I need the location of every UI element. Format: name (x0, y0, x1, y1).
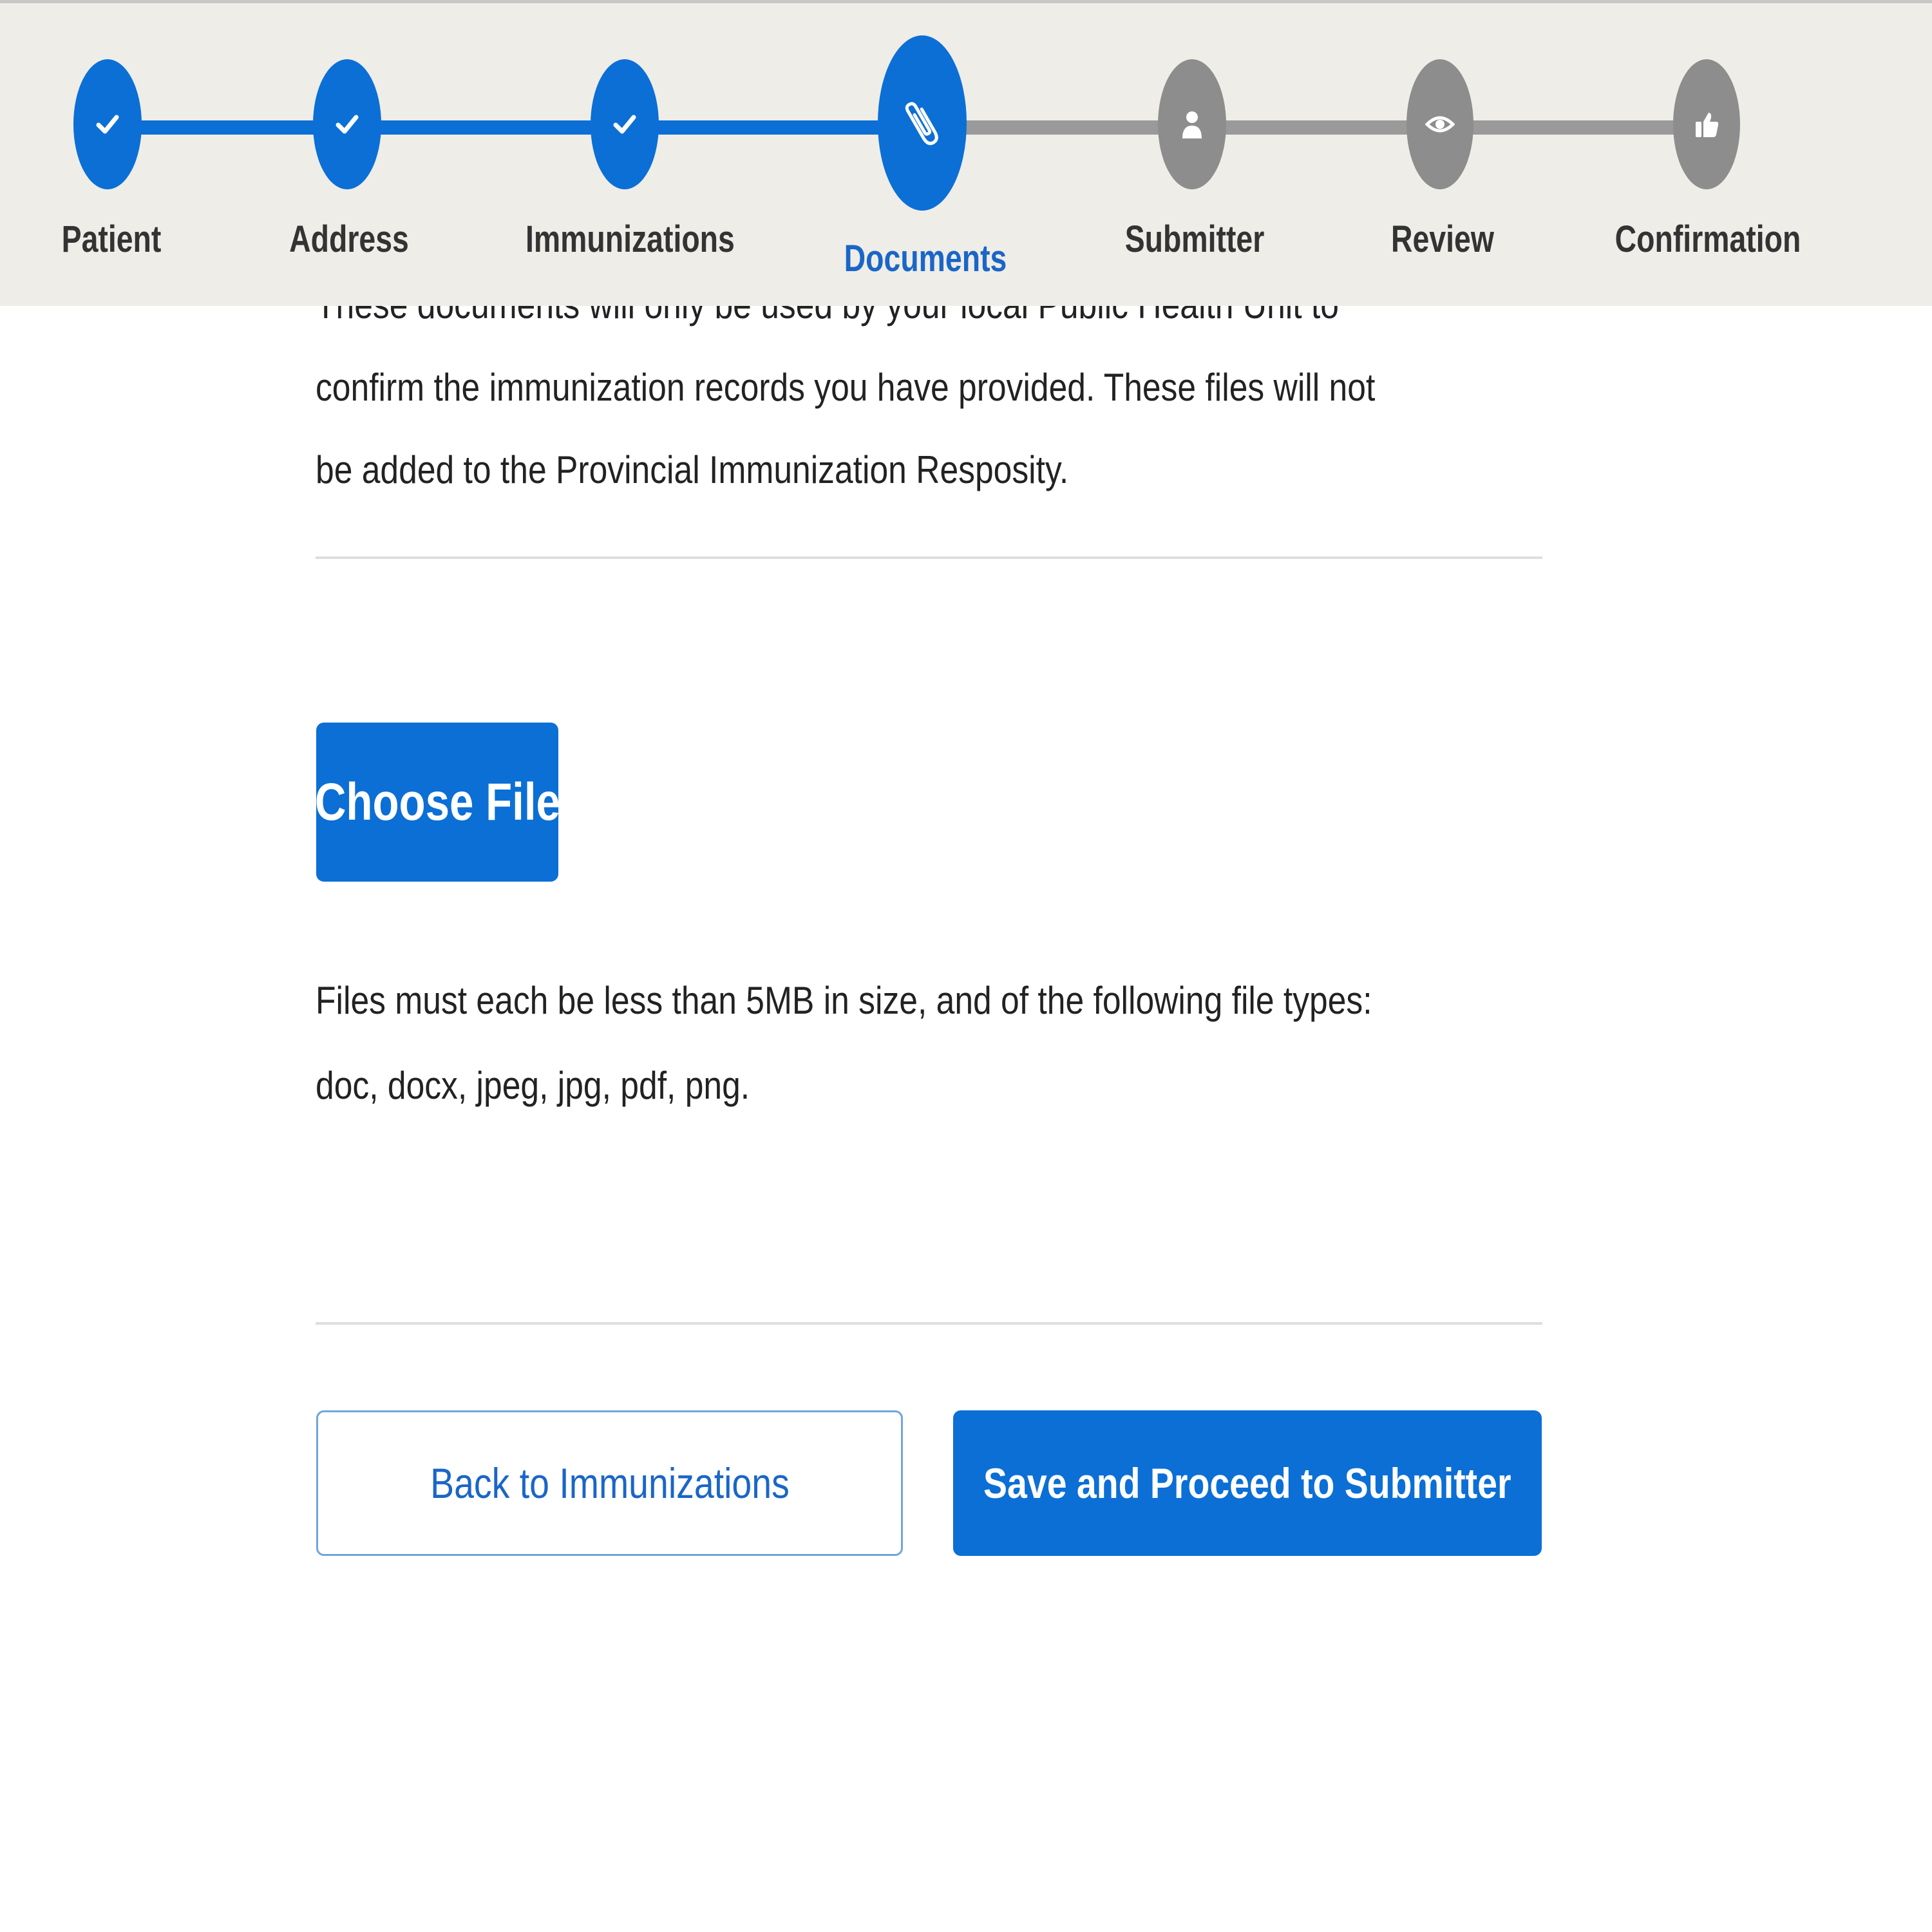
back-button-label: Back to Immunizations (430, 1459, 790, 1507)
step-documents[interactable] (878, 35, 967, 211)
check-icon (336, 115, 359, 134)
step-address[interactable] (313, 59, 381, 189)
save-and-proceed-button[interactable]: Save and Proceed to Submitter (953, 1410, 1542, 1556)
divider (316, 556, 1542, 559)
divider (316, 1322, 1542, 1325)
step-label-address: Address (289, 218, 409, 260)
step-label-immunizations: Immunizations (526, 218, 735, 260)
save-button-label: Save and Proceed to Submitter (983, 1459, 1511, 1507)
check-icon (96, 115, 119, 134)
step-submitter (1158, 59, 1226, 189)
check-icon (613, 115, 636, 134)
thumbs-up-icon (1696, 113, 1719, 137)
step-label-documents: Documents (844, 238, 1007, 279)
step-review (1406, 59, 1473, 189)
choose-file-button[interactable]: Choose File (314, 723, 560, 882)
step-label-review: Review (1391, 218, 1494, 260)
step-patient[interactable] (73, 59, 142, 189)
step-label-confirmation: Confirmation (1615, 218, 1801, 260)
back-to-immunizations-button[interactable]: Back to Immunizations (316, 1410, 903, 1556)
paperclip-icon (905, 102, 938, 146)
step-immunizations[interactable] (591, 59, 659, 189)
progress-stepper: Patient Address Immunizations Documents … (0, 3, 1932, 306)
choose-file-label: Choose File (314, 772, 560, 831)
stepper-connector (349, 120, 627, 135)
step-confirmation (1673, 59, 1740, 189)
eye-icon (1425, 116, 1455, 133)
file-requirements-text: Files must each be less than 5MB in size… (316, 979, 1372, 1107)
step-label-patient: Patient (61, 218, 162, 260)
person-icon (1182, 111, 1202, 138)
step-label-submitter: Submitter (1124, 218, 1265, 260)
stepper-connector (1440, 120, 1707, 135)
stepper-connector (1191, 120, 1440, 135)
